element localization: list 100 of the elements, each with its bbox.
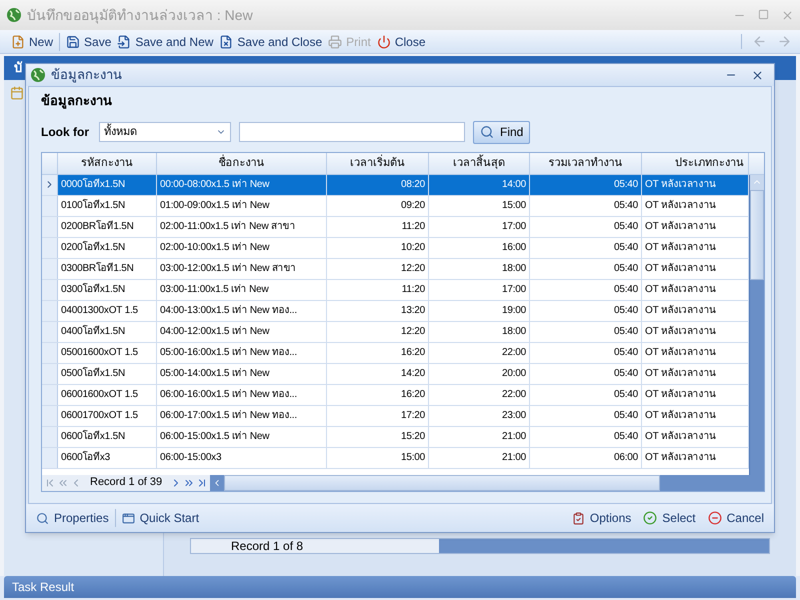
row-indicator[interactable] (42, 174, 58, 194)
table-cell: 05:40 (530, 342, 642, 362)
column-header[interactable]: ชื่อกะงาน (157, 152, 327, 174)
toolbar-button[interactable]: Save and Close (216, 30, 326, 52)
row-indicator[interactable] (42, 384, 58, 404)
table-cell: 17:00 (429, 216, 530, 236)
find-button[interactable]: Find (473, 120, 530, 144)
column-header[interactable]: ประเภทกะงาน (642, 152, 749, 174)
table-cell: 12:20 (327, 322, 429, 342)
table-cell: 06:00-15:00x1.5 เท่า New (157, 426, 327, 446)
grid-row[interactable]: 04001300xOT 1.5 04:00-13:00x1.5 เท่า New ทอง... 13:20 19:00 05:40 OT หลังเวลางาน (42, 300, 749, 322)
check-circle-icon (643, 511, 658, 525)
table-cell: 16:20 (327, 384, 429, 404)
grid-row[interactable]: 05001600xOT 1.5 05:00-16:00x1.5 เท่า New ทอง... 16:20 22:00 05:40 OT หลังเวลางาน (42, 342, 749, 364)
row-indicator[interactable] (42, 322, 58, 342)
row-indicator[interactable] (42, 448, 58, 468)
table-cell: 15:00 (429, 196, 530, 216)
table-cell: 18:00 (429, 322, 530, 342)
table-cell: 08:20 (327, 174, 429, 194)
look-for-dropdown[interactable]: ทั้งหมด (99, 122, 231, 142)
grid-row[interactable]: 0200BRโอที1.5N 02:00-11:00x1.5 เท่า New สาขา 11:20 17:00 05:40 OT หลังเวลางาน (42, 216, 749, 238)
row-indicator[interactable] (42, 196, 58, 216)
grid-row[interactable]: 0200โอทีx1.5N 02:00-10:00x1.5 เท่า New 10:20 16:00 05:40 OT หลังเวลางาน (42, 238, 749, 258)
globe-icon (6, 7, 22, 23)
table-cell: 04:00-13:00x1.5 เท่า New ทอง... (157, 300, 327, 320)
row-indicator[interactable] (42, 258, 58, 278)
table-cell: 22:00 (429, 384, 530, 404)
table-cell: 05:40 (530, 238, 642, 258)
table-cell: 05:40 (530, 384, 642, 404)
forward-arrow-icon[interactable] (777, 34, 792, 49)
row-indicator[interactable] (42, 342, 58, 362)
table-cell: 23:00 (429, 406, 530, 426)
search-field[interactable] (239, 122, 465, 142)
footer-button[interactable]: Select (641, 509, 698, 527)
row-indicator[interactable] (42, 238, 58, 258)
column-header[interactable]: เวลาเริ่มต้น (327, 152, 429, 174)
grid-row[interactable]: 0000โอทีx1.5N 00:00-08:00x1.5 เท่า New 08:20 14:00 05:40 OT หลังเวลางาน (42, 174, 749, 196)
table-cell: 0300โอทีx1.5N (58, 280, 157, 300)
document-arrow-icon (117, 34, 132, 48)
toolbar-button[interactable]: New (8, 30, 56, 52)
grid-row[interactable]: 0600โอทีx1.5N 06:00-15:00x1.5 เท่า New 15:20 21:00 05:40 OT หลังเวลางาน (42, 426, 749, 448)
table-cell: 03:00-12:00x1.5 เท่า New สาขา (157, 258, 327, 278)
table-cell: 0400โอทีx1.5N (58, 322, 157, 342)
close-icon[interactable] (751, 68, 764, 82)
toolbar-button[interactable]: Save and New (114, 30, 216, 52)
row-indicator[interactable] (42, 300, 58, 320)
column-header[interactable]: เวลาสิ้นสุด (429, 152, 530, 174)
calendar-icon[interactable] (10, 86, 24, 100)
grid-row[interactable]: 0300BRโอที1.5N 03:00-12:00x1.5 เท่า New สาขา 12:20 18:00 05:40 OT หลังเวลางาน (42, 258, 749, 280)
footer-button[interactable]: Properties (34, 509, 111, 527)
table-cell: 0300BRโอที1.5N (58, 258, 157, 278)
column-header[interactable]: รวมเวลาทำงาน (530, 152, 642, 174)
footer-button[interactable]: Cancel (706, 509, 766, 527)
table-cell: 04:00-12:00x1.5 เท่า New (157, 322, 327, 342)
row-indicator[interactable] (42, 426, 58, 446)
record-count: Record 1 of 39 (89, 475, 164, 490)
grid-row[interactable]: 0100โอทีx1.5N 01:00-09:00x1.5 เท่า New 09:20 15:00 05:40 OT หลังเวลางาน (42, 196, 749, 216)
row-indicator[interactable] (42, 364, 58, 384)
first-record-icon[interactable] (44, 476, 56, 488)
table-cell: 20:00 (429, 364, 530, 384)
footer-button[interactable]: Options (570, 509, 634, 527)
row-indicator[interactable] (42, 406, 58, 426)
table-cell: 01:00-09:00x1.5 เท่า New (157, 196, 327, 216)
grid-row[interactable]: 06001700xOT 1.5 06:00-17:00x1.5 เท่า New ทอง... 17:20 23:00 05:40 OT หลังเวลางาน (42, 406, 749, 426)
table-cell: 05:40 (530, 300, 642, 320)
grid-row[interactable]: 0500โอทีx1.5N 05:00-14:00x1.5 เท่า New 14:20 20:00 05:40 OT หลังเวลางาน (42, 364, 749, 384)
table-cell: 02:00-10:00x1.5 เท่า New (157, 238, 327, 258)
table-cell: 05:40 (530, 280, 642, 300)
maximize-icon[interactable] (758, 8, 769, 20)
grid-row[interactable]: 06001600xOT 1.5 06:00-16:00x1.5 เท่า New ทอง... 16:20 22:00 05:40 OT หลังเวลางาน (42, 384, 749, 406)
printer-icon (328, 34, 342, 48)
grid-row[interactable]: 0600โอทีx3 06:00-15:00x3 15:00 21:00 06:00 OT หลังเวลางาน (42, 448, 749, 468)
table-cell: 12:20 (327, 258, 429, 278)
new-file-icon (11, 34, 25, 48)
grid-row[interactable]: 0300โอทีx1.5N 03:00-11:00x1.5 เท่า New 11:20 17:00 05:40 OT หลังเวลางาน (42, 280, 749, 300)
row-indicator[interactable] (42, 216, 58, 236)
table-cell: 05:40 (530, 174, 642, 194)
table-cell: 16:00 (429, 238, 530, 258)
toolbar-button[interactable]: Save (63, 30, 114, 52)
row-indicator[interactable] (42, 280, 58, 300)
task-result-title: Task Result (12, 579, 74, 596)
vertical-scrollbar[interactable] (749, 174, 764, 474)
table-cell: 05:40 (530, 216, 642, 236)
horizontal-scrollbar[interactable] (439, 539, 769, 553)
table-cell: 11:20 (327, 216, 429, 236)
window-title: บันทึกขออนุมัติทำงานล่วงเวลา : New (27, 6, 253, 26)
table-cell: 02:00-11:00x1.5 เท่า New สาขา (157, 216, 327, 236)
footer-button[interactable]: Quick Start (120, 509, 202, 527)
table-cell: 18:00 (429, 258, 530, 278)
table-cell: 15:20 (327, 426, 429, 446)
column-header[interactable]: รหัสกะงาน (58, 152, 157, 174)
document-x-icon (219, 34, 234, 48)
horizontal-scrollbar[interactable] (210, 474, 764, 490)
table-cell: 05:40 (530, 322, 642, 342)
table-cell: 0200โอทีx1.5N (58, 238, 157, 258)
table-cell: 0600โอทีx3 (58, 448, 157, 468)
grid-row[interactable]: 0400โอทีx1.5N 04:00-12:00x1.5 เท่า New 12:20 18:00 05:40 OT หลังเวลางาน (42, 322, 749, 342)
table-cell: 14:20 (327, 364, 429, 384)
toolbar-button[interactable]: Close (374, 30, 429, 52)
table-cell: 10:20 (327, 238, 429, 258)
